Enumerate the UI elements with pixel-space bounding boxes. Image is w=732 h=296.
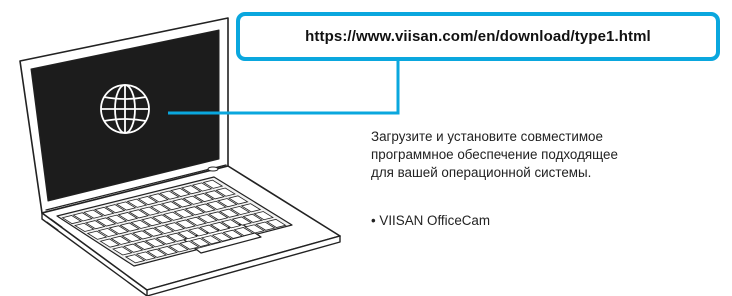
download-url[interactable]: https://www.viisan.com/en/download/type1… xyxy=(305,28,651,45)
instructions-line-2: программное обеспечение подходящее xyxy=(371,147,618,162)
instructions-line-3: для вашей операционной системы. xyxy=(371,165,592,180)
illustration: https://www.viisan.com/en/download/type1… xyxy=(0,0,732,296)
globe-icon xyxy=(100,84,150,134)
software-list-item: • VIISAN OfficeCam xyxy=(371,213,491,228)
instructions-line-1: Загрузите и установите совместимое xyxy=(371,129,603,144)
instructions-text: Загрузите и установите совместимое прогр… xyxy=(371,128,727,182)
url-box[interactable]: https://www.viisan.com/en/download/type1… xyxy=(236,12,720,61)
